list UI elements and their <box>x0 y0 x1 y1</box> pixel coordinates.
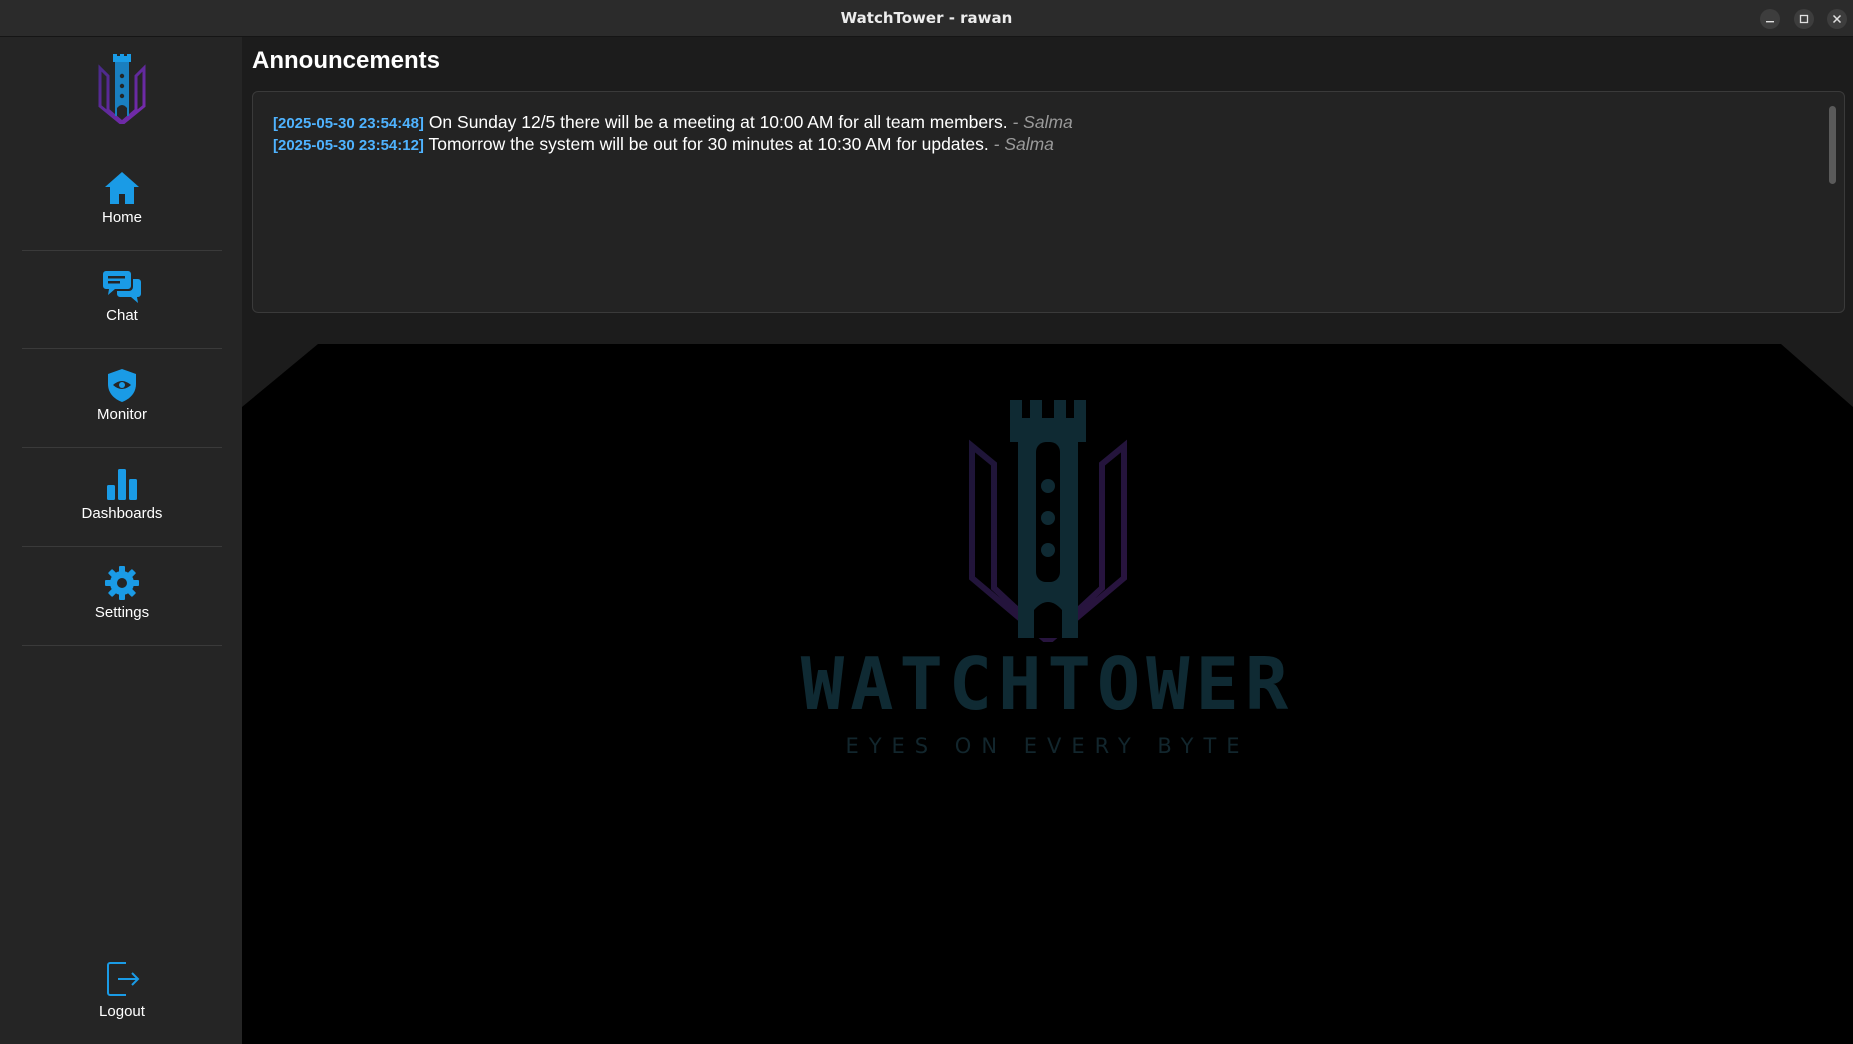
sidebar-item-label: Chat <box>106 307 138 324</box>
sidebar-item-label: Home <box>101 209 142 226</box>
brand-tagline: EYES ON EVERY BYTE <box>845 734 1250 758</box>
announcement-author: - Salma <box>1012 112 1073 132</box>
maximize-icon <box>1799 14 1809 24</box>
announcement-message: Tomorrow the system will be out for 30 m… <box>428 134 989 154</box>
sidebar-item-label: Settings <box>94 604 150 621</box>
gear-icon <box>105 566 139 600</box>
watchtower-watermark-icon <box>969 400 1127 642</box>
sidebar-item-dashboards[interactable]: Dashboards <box>22 449 222 547</box>
sidebar-item-label: Monitor <box>96 406 148 423</box>
brand-name: WATCHTOWER <box>800 642 1295 726</box>
window-titlebar: WatchTower - rawan <box>0 0 1853 37</box>
announcement-item: [2025-05-30 23:54:12] Tomorrow the syste… <box>273 134 1804 156</box>
sidebar-item-label: Dashboards <box>81 505 163 522</box>
sidebar-item-settings[interactable]: Settings <box>22 548 222 646</box>
announcements-list: [2025-05-30 23:54:48] On Sunday 12/5 the… <box>273 112 1804 156</box>
maximize-button[interactable] <box>1794 9 1814 29</box>
watchtower-logo-icon <box>98 54 146 124</box>
sidebar-item-chat[interactable]: Chat <box>22 251 222 349</box>
brand-splash: WATCHTOWER EYES ON EVERY BYTE <box>242 344 1853 1044</box>
sidebar: Home Chat Monitor Dashboards Settings Lo… <box>0 37 242 1044</box>
logout-button[interactable]: Logout <box>22 959 222 1039</box>
minimize-icon <box>1766 21 1774 23</box>
announcement-item: [2025-05-30 23:54:48] On Sunday 12/5 the… <box>273 112 1804 134</box>
announcement-author: - Salma <box>993 134 1054 154</box>
announcement-timestamp: [2025-05-30 23:54:48] <box>273 115 424 132</box>
minimize-button[interactable] <box>1760 9 1780 29</box>
home-icon <box>105 172 139 204</box>
main-content: Announcements [2025-05-30 23:54:48] On S… <box>242 37 1853 1044</box>
chat-icon <box>103 271 141 303</box>
close-icon <box>1832 14 1842 24</box>
announcements-scrollbar[interactable] <box>1829 106 1836 184</box>
announcement-message: On Sunday 12/5 there will be a meeting a… <box>428 112 1008 132</box>
announcements-heading: Announcements <box>252 47 441 74</box>
sidebar-item-monitor[interactable]: Monitor <box>22 350 222 448</box>
shield-eye-icon <box>108 369 136 402</box>
bar-chart-icon <box>107 469 137 500</box>
announcements-panel[interactable]: [2025-05-30 23:54:48] On Sunday 12/5 the… <box>252 91 1845 313</box>
close-button[interactable] <box>1827 9 1847 29</box>
window-title: WatchTower - rawan <box>840 9 1013 27</box>
sidebar-item-home[interactable]: Home <box>22 153 222 251</box>
logout-label: Logout <box>99 1003 145 1020</box>
logout-icon <box>107 962 140 996</box>
announcement-timestamp: [2025-05-30 23:54:12] <box>273 137 424 154</box>
